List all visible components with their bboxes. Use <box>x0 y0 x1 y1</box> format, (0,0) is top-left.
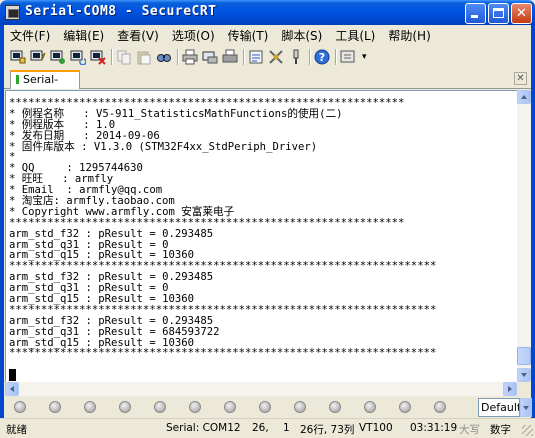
button-bar-button[interactable] <box>154 401 166 413</box>
close-tab-button[interactable]: ✕ <box>514 72 527 85</box>
horizontal-scrollbar[interactable] <box>5 382 517 396</box>
text-cursor <box>9 369 16 381</box>
arrow-up-icon <box>521 95 527 99</box>
status-rows-cols: 26行, 73列 <box>300 424 355 436</box>
vertical-scrollbar[interactable] <box>517 90 531 382</box>
button-bar-button[interactable] <box>189 401 201 413</box>
menu-file[interactable]: 文件(F) <box>4 27 56 44</box>
arrow-down-icon <box>521 373 527 377</box>
quick-connect-icon[interactable] <box>30 49 46 65</box>
vertical-scroll-thumb[interactable] <box>517 347 531 365</box>
arrow-left-icon <box>10 386 14 392</box>
print-setup-icon[interactable] <box>202 49 218 65</box>
button-bar-button[interactable] <box>49 401 61 413</box>
title-bar[interactable]: Serial-COM8 - SecureCRT ✕ <box>0 0 535 25</box>
status-caps: 大写 <box>459 424 480 436</box>
button-bar-button[interactable] <box>329 401 341 413</box>
minimize-icon <box>471 15 478 18</box>
securecrt-app-icon[interactable] <box>5 5 20 20</box>
button-bar-button[interactable] <box>84 401 96 413</box>
scroll-down-button[interactable] <box>517 368 531 382</box>
button-bar-combo[interactable]: Default <box>478 398 520 417</box>
disconnect-icon[interactable] <box>90 49 106 65</box>
help-icon[interactable]: ? <box>314 49 330 65</box>
scroll-up-button[interactable] <box>517 90 531 104</box>
toolbar-separator <box>309 49 311 65</box>
menu-help[interactable]: 帮助(H) <box>382 27 436 44</box>
sftp-icon[interactable] <box>340 49 356 65</box>
resize-grip-icon[interactable] <box>522 425 533 436</box>
scroll-left-button[interactable] <box>5 382 19 396</box>
global-options-icon[interactable] <box>268 49 284 65</box>
terminal-output[interactable]: ****************************************… <box>5 90 517 382</box>
button-bar-button[interactable] <box>364 401 376 413</box>
status-row: 26, <box>252 422 269 434</box>
close-icon: ✕ <box>516 6 527 21</box>
status-col: 1 <box>283 422 290 434</box>
tab-serial-com8[interactable]: Serial-COM8 <box>10 70 80 102</box>
terminal-line: arm_std_f32 : pResult = 0.293485 <box>9 227 214 240</box>
terminal-line: arm_std_q31 : pResult = 684593722 <box>9 325 220 338</box>
print-screen-icon[interactable] <box>222 49 238 65</box>
terminal-line: ****************************************… <box>9 347 437 360</box>
copy-icon[interactable] <box>116 49 132 65</box>
status-ready: 就绪 <box>6 424 27 436</box>
status-num: 数字 <box>490 424 511 436</box>
print-icon[interactable] <box>182 49 198 65</box>
menu-bar: 文件(F) 编辑(E) 查看(V) 选项(O) 传输(T) 脚本(S) 工具(L… <box>4 25 531 45</box>
window-title: Serial-COM8 - SecureCRT <box>25 4 217 19</box>
session-tab-bar: Serial-COM8 ✕ <box>4 69 531 102</box>
minimize-button[interactable] <box>465 3 486 24</box>
button-bar-button[interactable] <box>14 401 26 413</box>
status-bar: 就绪 Serial: COM12 26, 1 26行, 73列 VT100 03… <box>0 418 535 438</box>
window-frame-right <box>531 25 535 418</box>
button-bar-button[interactable] <box>119 401 131 413</box>
arrow-right-icon <box>508 386 512 392</box>
session-options-icon[interactable] <box>248 49 264 65</box>
connect-in-tab-icon[interactable] <box>50 49 66 65</box>
status-session: Serial: COM12 <box>166 422 241 434</box>
button-bar-button[interactable] <box>399 401 411 413</box>
status-time: 03:31:19 <box>410 422 458 434</box>
status-emulation: VT100 <box>359 422 393 434</box>
toolbar-separator <box>111 49 113 65</box>
scroll-right-button[interactable] <box>503 382 517 396</box>
menu-options[interactable]: 选项(O) <box>166 27 221 44</box>
menu-edit[interactable]: 编辑(E) <box>57 27 110 44</box>
terminal-text: ****************************************… <box>9 98 436 359</box>
menu-transfer[interactable]: 传输(T) <box>222 27 275 44</box>
paste-icon[interactable] <box>136 49 152 65</box>
button-bar-button[interactable] <box>434 401 446 413</box>
toolbar-separator <box>243 49 245 65</box>
button-bar: Default <box>4 396 532 418</box>
maximize-icon <box>493 8 504 18</box>
menu-view[interactable]: 查看(V) <box>111 27 165 44</box>
combo-dropdown-arrow-icon[interactable] <box>520 398 532 417</box>
button-bar-button[interactable] <box>294 401 306 413</box>
find-icon[interactable] <box>156 49 172 65</box>
svg-text:?: ? <box>319 51 325 64</box>
connection-status-icon <box>16 75 19 84</box>
terminal-line: * 发布日期 : 2014-09-06 <box>9 129 160 142</box>
toolbar-overflow-chevron-icon[interactable]: ▾ <box>362 52 367 62</box>
menu-tools[interactable]: 工具(L) <box>329 27 381 44</box>
toolbar: ? ▾ <box>4 46 531 68</box>
connect-icon[interactable] <box>10 49 26 65</box>
button-bar-button[interactable] <box>224 401 236 413</box>
close-button[interactable]: ✕ <box>511 3 532 24</box>
keymap-icon[interactable] <box>288 49 304 65</box>
button-bar-button[interactable] <box>259 401 271 413</box>
toolbar-separator <box>177 49 179 65</box>
terminal-line: * 固件库版本 : V1.3.0 (STM32F4xx_StdPeriph_Dr… <box>9 140 318 153</box>
menu-script[interactable]: 脚本(S) <box>275 27 328 44</box>
reconnect-icon[interactable] <box>70 49 87 66</box>
toolbar-separator <box>335 49 337 65</box>
maximize-button[interactable] <box>488 3 509 24</box>
